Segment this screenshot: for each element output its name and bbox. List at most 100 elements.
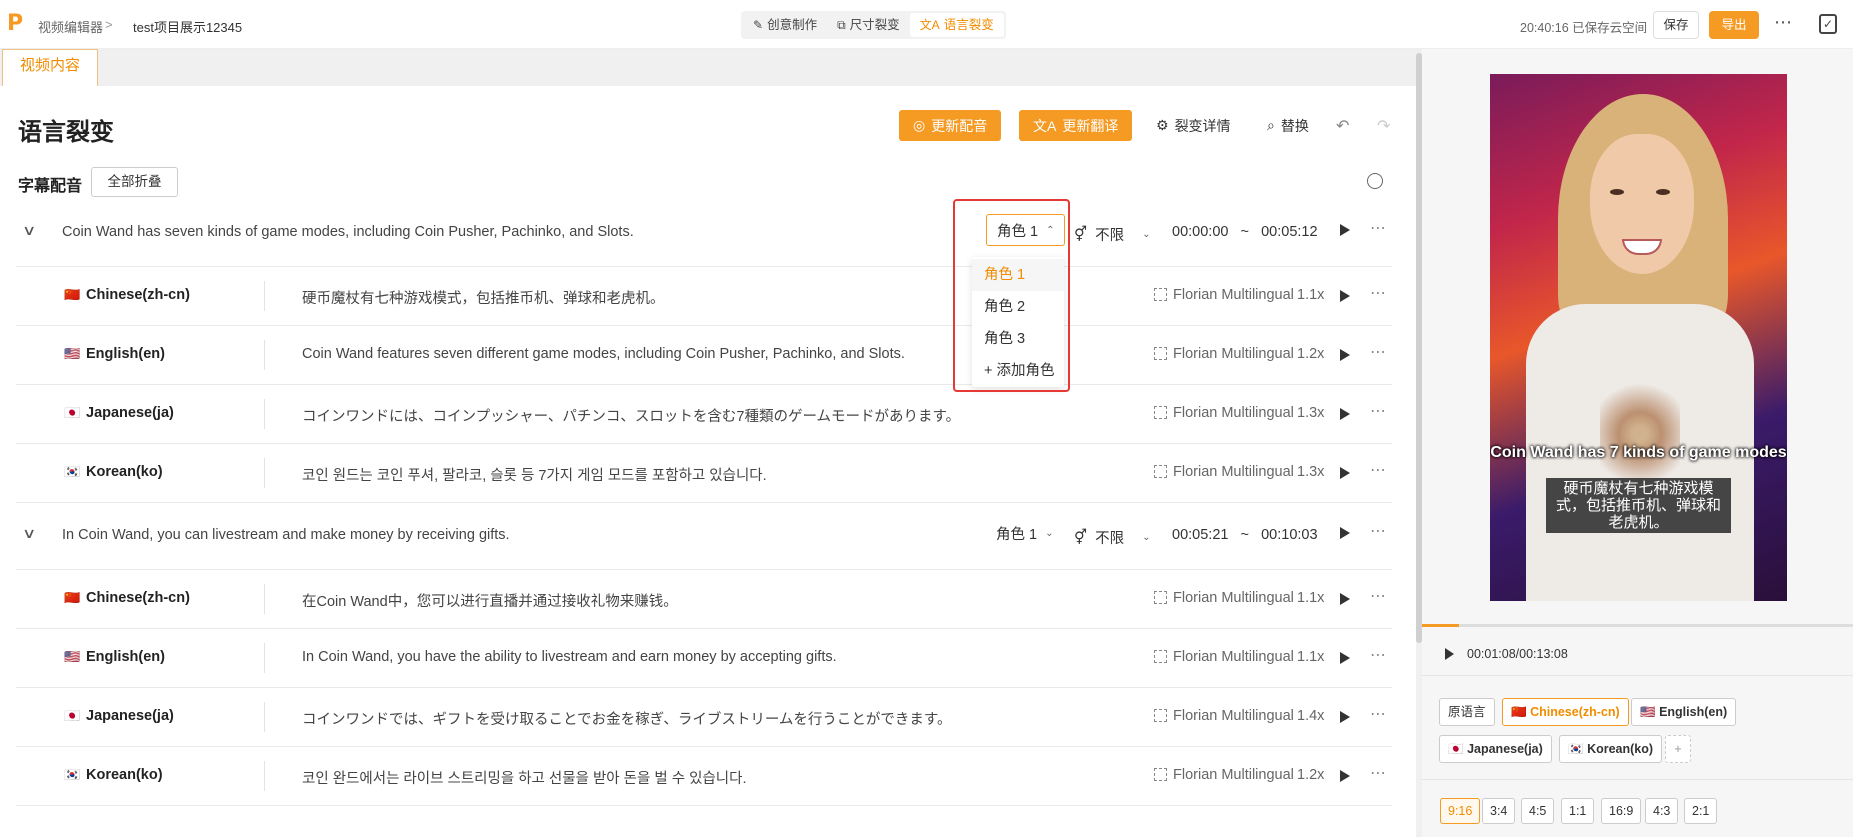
translated-text[interactable]: コインワンドには、コインプッシャー、パチンコ、スロットを含む7種類のゲームモード…	[302, 405, 960, 426]
speed-value[interactable]: 1.1x	[1297, 287, 1324, 303]
translated-text[interactable]: 在Coin Wand中，您可以进行直播并通过接收礼物来赚钱。	[302, 590, 678, 611]
app-logo[interactable]: P	[7, 12, 25, 36]
save-button[interactable]: 保存	[1653, 11, 1699, 39]
chip-japanese[interactable]: 🇯🇵 Japanese(ja)	[1439, 735, 1552, 763]
export-button[interactable]: 导出	[1709, 11, 1759, 39]
add-language-button[interactable]: +	[1665, 735, 1691, 763]
ratio-3-4[interactable]: 3:4	[1482, 798, 1516, 824]
tab-creative[interactable]: ✎ 创意制作	[743, 13, 827, 37]
speed-value[interactable]: 1.4x	[1297, 708, 1324, 724]
ratio-9-16[interactable]: 9:16	[1440, 798, 1481, 824]
ratio-16-9[interactable]: 16:9	[1601, 798, 1642, 824]
translated-text[interactable]: 코인 완드에서는 라이브 스트리밍을 하고 선물을 받아 돈을 벌 수 있습니다…	[302, 767, 747, 788]
update-dub-button[interactable]: ◎ 更新配音	[899, 110, 1002, 141]
tab-video-content[interactable]: 视频内容	[2, 49, 98, 86]
gender-select[interactable]: ⚥ 不限 ⌄	[1074, 527, 1150, 548]
ratio-4-3[interactable]: 4:3	[1645, 798, 1679, 824]
task-list-icon[interactable]	[1819, 14, 1837, 34]
project-name[interactable]: test项目展示12345	[133, 17, 242, 36]
play-icon[interactable]	[1445, 648, 1454, 660]
play-icon[interactable]	[1340, 527, 1350, 539]
source-subtitle-text[interactable]: In Coin Wand, you can livestream and mak…	[62, 527, 510, 543]
update-translate-button[interactable]: 文A 更新翻译	[1019, 110, 1133, 141]
more-icon[interactable]: ⋯	[1370, 401, 1387, 421]
more-icon[interactable]: ⋯	[1774, 12, 1793, 33]
play-icon[interactable]	[1340, 770, 1350, 782]
collapse-all-button[interactable]: 全部折叠	[91, 167, 178, 197]
ratio-1-1[interactable]: 1:1	[1561, 798, 1595, 824]
speed-value[interactable]: 1.2x	[1297, 346, 1324, 362]
tab-size-variant[interactable]: ⧉ 尺寸裂变	[827, 13, 910, 37]
tab-language-label: 语言裂变	[943, 18, 994, 32]
chevron-down-icon: ⌄	[1142, 229, 1151, 240]
playback-time: 00:01:08/00:13:08	[1467, 647, 1568, 661]
voice-name[interactable]: Florian Multilingual	[1173, 346, 1294, 362]
speed-value[interactable]: 1.3x	[1297, 405, 1324, 421]
chip-korean-label: Korean(ko)	[1587, 742, 1654, 756]
play-icon[interactable]	[1340, 290, 1350, 302]
language-row: 🇯🇵 Japanese(ja) コインワンドには、コインプッシャー、パチンコ、ス…	[16, 385, 1392, 444]
progress-fill	[1422, 624, 1460, 627]
chip-korean[interactable]: 🇰🇷 Korean(ko)	[1559, 735, 1663, 763]
translated-text[interactable]: コインワンドでは、ギフトを受け取ることでお金を稼ぎ、ライブストリームを行うことが…	[302, 708, 951, 729]
more-icon[interactable]: ⋯	[1370, 763, 1387, 783]
play-icon[interactable]	[1340, 652, 1350, 664]
mode-tabs: ✎ 创意制作 ⧉ 尺寸裂变 文A 语言裂变	[741, 11, 1006, 39]
tab-language-variant[interactable]: 文A 语言裂变	[909, 13, 1004, 37]
time-range[interactable]: 00:05:21 ~ 00:10:03	[1172, 527, 1318, 543]
more-icon[interactable]: ⋯	[1370, 521, 1387, 541]
ratio-4-5[interactable]: 4:5	[1521, 798, 1555, 824]
play-icon[interactable]	[1340, 593, 1350, 605]
play-icon[interactable]	[1340, 224, 1350, 236]
gender-select[interactable]: ⚥ 不限 ⌄	[1074, 224, 1150, 245]
voice-name[interactable]: Florian Multilingual	[1173, 464, 1294, 480]
translated-text[interactable]: 硬币魔杖有七种游戏模式，包括推币机、弹球和老虎机。	[302, 287, 665, 308]
play-icon[interactable]	[1340, 467, 1350, 479]
more-icon[interactable]: ⋯	[1370, 460, 1387, 480]
chip-original-language[interactable]: 原语言	[1439, 698, 1495, 726]
more-icon[interactable]: ⋯	[1370, 645, 1387, 665]
variant-details-button[interactable]: ⚙ 裂变详情	[1150, 110, 1237, 141]
size-icon: ⧉	[837, 18, 846, 32]
video-preview[interactable]: Coin Wand has 7 kinds of game modes 硬币魔杖…	[1490, 74, 1787, 601]
speed-value[interactable]: 1.1x	[1297, 649, 1324, 665]
start-time: 00:05:21	[1172, 527, 1229, 543]
voice-name[interactable]: Florian Multilingual	[1173, 590, 1294, 606]
language-row: 🇨🇳 Chinese(zh-cn) 在Coin Wand中，您可以进行直播并通过…	[16, 570, 1392, 629]
more-icon[interactable]: ⋯	[1370, 283, 1387, 303]
time-range[interactable]: 00:00:00 ~ 00:05:12	[1172, 224, 1318, 240]
more-icon[interactable]: ⋯	[1370, 586, 1387, 606]
tab-size-label: 尺寸裂变	[849, 18, 900, 32]
chevron-down-icon[interactable]: ∨	[22, 222, 36, 239]
chip-english[interactable]: 🇺🇸 English(en)	[1631, 698, 1737, 726]
speed-value[interactable]: 1.3x	[1297, 464, 1324, 480]
translated-text[interactable]: Coin Wand features seven different game …	[302, 346, 905, 362]
more-icon[interactable]: ⋯	[1370, 342, 1387, 362]
voice-name[interactable]: Florian Multilingual	[1173, 708, 1294, 724]
voice-name[interactable]: Florian Multilingual	[1173, 405, 1294, 421]
replace-button[interactable]: ⌕ 替换	[1261, 110, 1315, 141]
translated-text[interactable]: In Coin Wand, you have the ability to li…	[302, 649, 837, 665]
voice-name[interactable]: Florian Multilingual	[1173, 649, 1294, 665]
voice-name[interactable]: Florian Multilingual	[1173, 287, 1294, 303]
translated-text[interactable]: 코인 원드는 코인 푸셔, 팔라코, 슬롯 등 7가지 게임 모드를 포함하고 …	[302, 464, 767, 485]
play-icon[interactable]	[1340, 408, 1350, 420]
voice-name[interactable]: Florian Multilingual	[1173, 767, 1294, 783]
undo-icon[interactable]: ↶	[1336, 116, 1349, 136]
source-subtitle-text[interactable]: Coin Wand has seven kinds of game modes,…	[62, 224, 634, 240]
chevron-down-icon[interactable]: ∨	[22, 525, 36, 542]
speed-value[interactable]: 1.2x	[1297, 767, 1324, 783]
more-icon[interactable]: ⋯	[1370, 704, 1387, 724]
breadcrumb-root[interactable]: 视频编辑器	[38, 17, 103, 36]
playback-progress[interactable]	[1422, 624, 1853, 627]
chip-chinese[interactable]: 🇨🇳 Chinese(zh-cn)	[1502, 698, 1629, 726]
play-icon[interactable]	[1340, 711, 1350, 723]
more-icon[interactable]: ⋯	[1370, 218, 1387, 238]
palette-icon[interactable]	[1367, 173, 1383, 189]
role-select[interactable]: 角色 1 ⌄	[986, 517, 1063, 549]
start-time: 00:00:00	[1172, 224, 1229, 240]
speed-value[interactable]: 1.1x	[1297, 590, 1324, 606]
ratio-2-1[interactable]: 2:1	[1684, 798, 1718, 824]
redo-icon[interactable]: ↷	[1377, 116, 1390, 136]
play-icon[interactable]	[1340, 349, 1350, 361]
